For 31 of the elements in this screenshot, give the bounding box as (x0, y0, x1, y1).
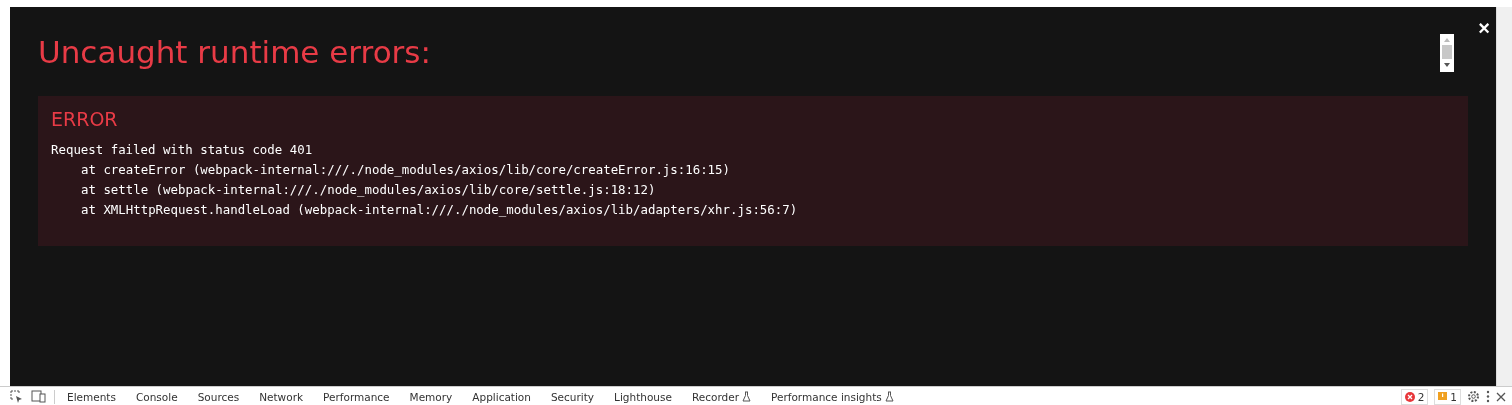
flask-icon (742, 391, 751, 402)
devtools-tab[interactable]: Memory (401, 390, 461, 403)
error-count-badge[interactable]: 2 (1400, 388, 1429, 405)
warning-icon (1438, 391, 1448, 402)
overlay-title: Uncaught runtime errors: (38, 33, 431, 72)
error-icon (1404, 391, 1415, 402)
devtools-tab[interactable]: Recorder (683, 390, 759, 403)
devtools-tab[interactable]: Console (127, 390, 186, 403)
close-button[interactable]: × (1474, 17, 1494, 39)
inspect-icon[interactable] (10, 390, 23, 403)
error-message: Request failed with status code 401 (51, 141, 314, 159)
stack-trace-line: at settle (webpack-internal:///./node_modules/axios/lib/core/settle.js:18:12) (80, 181, 657, 199)
warning-count-badge[interactable]: 1 (1434, 388, 1461, 405)
devtools-tab[interactable]: Performance insights (763, 390, 902, 403)
devtools-tab[interactable]: Network (251, 390, 312, 403)
scrollbar[interactable] (1496, 7, 1512, 386)
settings-icon[interactable] (1467, 390, 1480, 403)
error-heading: ERROR (51, 107, 118, 132)
more-options-icon[interactable] (1486, 390, 1490, 403)
devtools-tab[interactable]: Performance (315, 390, 398, 403)
devtools-tab[interactable]: Application (464, 390, 539, 403)
devtools-tab[interactable]: Security (542, 390, 603, 403)
flask-icon (884, 391, 894, 402)
devtools-tab[interactable]: Elements (59, 390, 124, 403)
stack-trace-line: at XMLHttpRequest.handleLoad (webpack-internal:///./node_modules/axios/lib/adapters/xhr.js:56:7) (80, 201, 799, 219)
devtools-tab[interactable]: Sources (189, 390, 248, 403)
stack-trace-line: at createError (webpack-internal:///./node_modules/axios/lib/core/createError.js:16:15) (80, 161, 731, 179)
close-icon[interactable] (1496, 391, 1506, 402)
scrollbar-drawing[interactable] (1440, 34, 1454, 72)
device-icon[interactable] (31, 390, 46, 403)
devtools-tab[interactable]: Lighthouse (606, 390, 680, 403)
